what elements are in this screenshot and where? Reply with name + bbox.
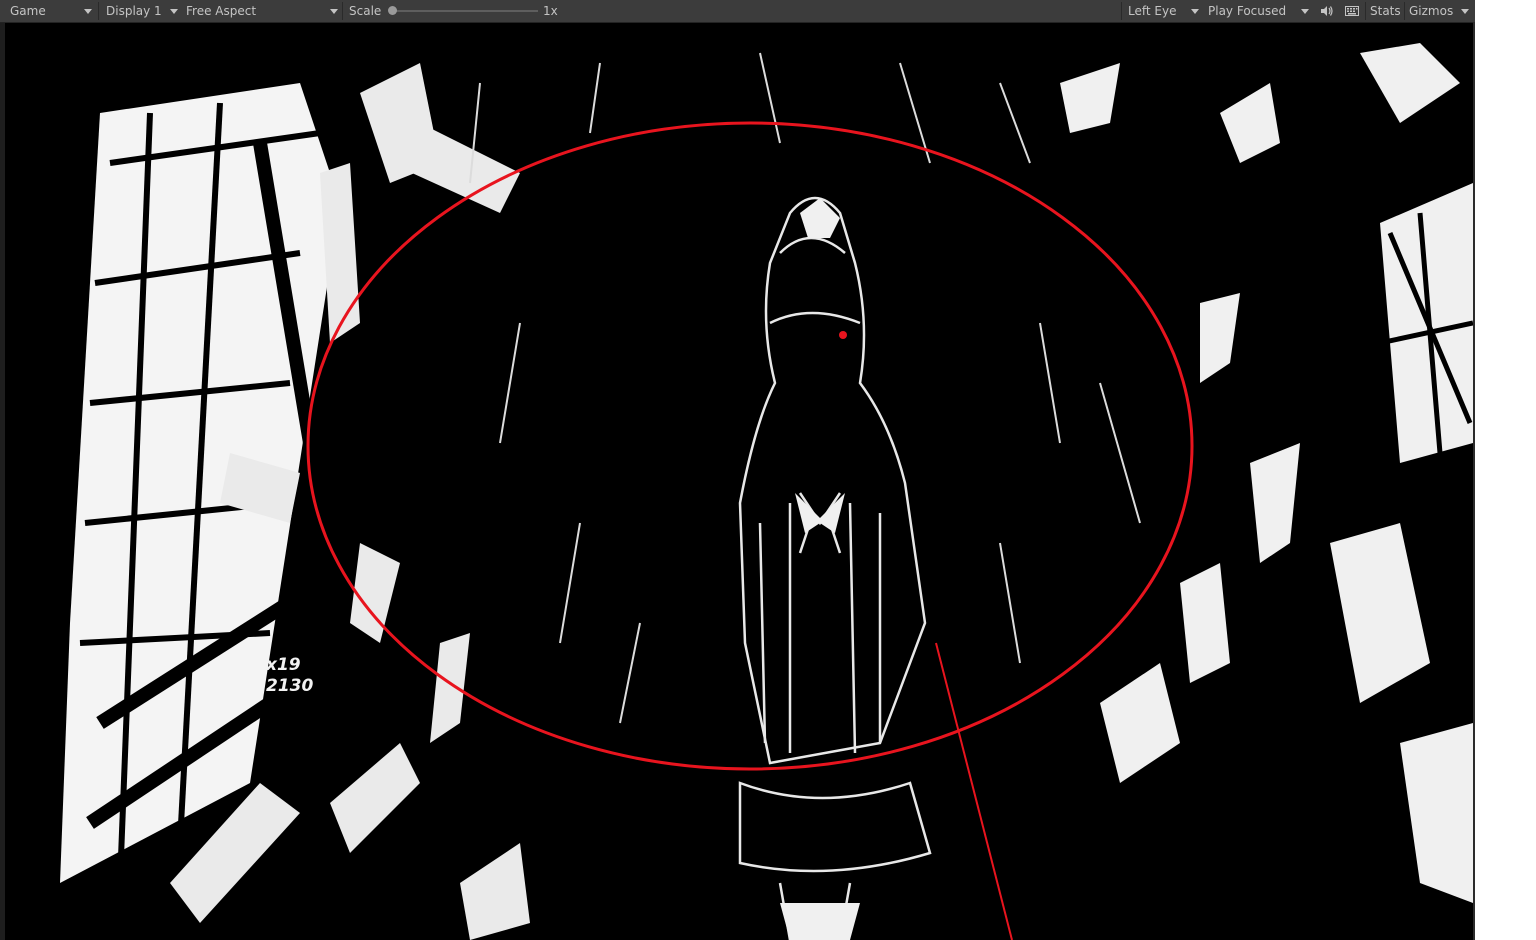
play-mode-label: Play Focused xyxy=(1208,4,1287,18)
keyboard-icon[interactable] xyxy=(1344,3,1360,19)
viewport-left-border xyxy=(0,23,5,940)
chevron-down-icon xyxy=(84,9,92,14)
chevron-down-icon xyxy=(330,9,338,14)
separator xyxy=(98,2,99,20)
scale-slider-track[interactable] xyxy=(390,10,538,12)
viewport-right-border xyxy=(1473,22,1475,940)
eye-dropdown[interactable]: Left Eye xyxy=(1124,0,1202,22)
separator xyxy=(1121,2,1122,20)
window-margin xyxy=(1475,0,1536,940)
aspect-label: Free Aspect xyxy=(186,4,257,18)
overlay-counter: x19 2130 xyxy=(266,655,313,697)
scale-slider-handle[interactable] xyxy=(388,6,397,15)
display-dropdown[interactable]: Display 1 xyxy=(100,0,182,22)
overlay-line-2: 2130 xyxy=(266,676,314,696)
game-viewport[interactable]: x19 2130 xyxy=(0,23,1473,940)
game-tab-dropdown[interactable]: Game xyxy=(0,0,96,22)
aspect-dropdown[interactable]: Free Aspect xyxy=(182,0,342,22)
separator xyxy=(1365,2,1366,20)
gizmos-dropdown[interactable]: Gizmos xyxy=(1405,0,1473,22)
game-tab-label: Game xyxy=(10,4,46,18)
figure-eye xyxy=(839,331,847,339)
scale-control: Scale 1x xyxy=(344,0,564,22)
separator xyxy=(342,2,343,20)
stats-toggle[interactable]: Stats xyxy=(1367,0,1403,22)
eye-label: Left Eye xyxy=(1128,4,1177,18)
game-view-toolbar: Game Display 1 Free Aspect Scale 1x Left… xyxy=(0,0,1475,23)
scale-label: Scale xyxy=(349,4,382,18)
chevron-down-icon xyxy=(1191,9,1199,14)
play-mode-dropdown[interactable]: Play Focused xyxy=(1204,0,1314,22)
chevron-down-icon xyxy=(1461,9,1469,14)
display-label: Display 1 xyxy=(106,4,162,18)
scale-value: 1x xyxy=(543,4,558,18)
speaker-icon[interactable] xyxy=(1318,3,1334,19)
stats-label: Stats xyxy=(1370,4,1401,18)
game-render-image xyxy=(0,23,1473,940)
gizmos-label: Gizmos xyxy=(1409,4,1454,18)
chevron-down-icon xyxy=(1301,9,1309,14)
overlay-line-1: x19 xyxy=(266,655,301,675)
chevron-down-icon xyxy=(170,9,178,14)
